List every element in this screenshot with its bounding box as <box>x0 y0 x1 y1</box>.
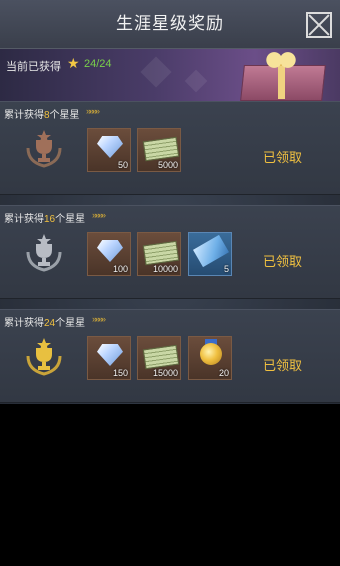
reward-cash[interactable]: 10000 <box>137 232 181 276</box>
reward-cash[interactable]: 5000 <box>137 128 181 172</box>
reward-diamond[interactable]: 50 <box>87 128 131 172</box>
bronze-trophy-icon <box>22 126 66 170</box>
diamond-icon <box>97 136 123 158</box>
tier-title: 累计获得16个星星 <box>4 214 86 225</box>
reward-diamond[interactable]: 150 <box>87 336 131 380</box>
chevron-decoration-icon: »»»» <box>86 106 100 116</box>
close-icon[interactable] <box>306 12 332 38</box>
reward-diamond[interactable]: 100 <box>87 232 131 276</box>
reward-ticket[interactable]: 5 <box>188 232 232 276</box>
banner-decoration <box>140 56 172 88</box>
chevron-decoration-icon: »»»» <box>92 314 106 324</box>
reward-tier-row: 累计获得24个星星 »»»» 150 15000 20 已领取 <box>0 309 340 403</box>
cash-icon <box>142 136 180 162</box>
progress-label: 当前已获得 <box>6 61 61 73</box>
cash-icon <box>142 240 180 266</box>
star-icon: ★ <box>67 55 80 71</box>
page-title: 生涯星级奖励 <box>116 14 224 33</box>
reward-tier-row: 累计获得8个星星 »»»» 50 5000 已领取 <box>0 101 340 195</box>
gift-box-icon <box>234 51 328 101</box>
cash-icon <box>142 344 180 370</box>
reward-tier-row: 累计获得16个星星 »»»» 100 10000 5 已领取 <box>0 205 340 299</box>
diamond-icon <box>97 240 123 262</box>
progress-banner: 当前已获得 ★ 24/24 <box>0 49 340 101</box>
silver-trophy-icon <box>22 230 66 274</box>
ticket-icon <box>193 234 229 268</box>
banner-decoration <box>184 69 208 93</box>
medal-icon <box>200 343 222 365</box>
chevron-decoration-icon: »»»» <box>92 210 106 220</box>
claimed-status: 已领取 <box>263 358 303 373</box>
tier-title: 累计获得24个星星 <box>4 318 86 329</box>
reward-panel: 生涯星级奖励 当前已获得 ★ 24/24 累计获得8个星星 »»»» 50 50… <box>0 0 340 404</box>
reward-cash[interactable]: 15000 <box>137 336 181 380</box>
tier-title: 累计获得8个星星 <box>4 110 80 121</box>
claimed-status: 已领取 <box>263 254 303 269</box>
claimed-status: 已领取 <box>263 150 303 165</box>
gold-trophy-icon <box>22 334 66 378</box>
diamond-icon <box>97 344 123 366</box>
progress-value: 24/24 <box>84 58 112 70</box>
reward-medal[interactable]: 20 <box>188 336 232 380</box>
header-bar: 生涯星级奖励 <box>0 0 340 49</box>
